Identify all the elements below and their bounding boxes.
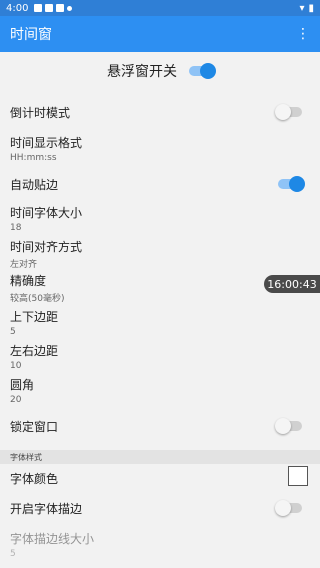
alignment-title: 时间对齐方式: [10, 240, 83, 254]
auto-snap-switch[interactable]: [278, 176, 305, 192]
stroke-size-row: 字体描边线大小 5: [0, 530, 320, 559]
dot-notification-icon: [67, 5, 73, 11]
settings-list: 悬浮窗开关 倒计时模式 时间显示格式 HH:mm:ss 自动贴边 时间字体大小 …: [0, 52, 320, 568]
font-size-value: 18: [10, 223, 22, 233]
switch-knob: [275, 500, 291, 516]
horizontal-margin-value: 10: [10, 361, 22, 371]
floating-window-toggle-row[interactable]: 悬浮窗开关: [0, 52, 320, 90]
vertical-margin-title: 上下边距: [10, 310, 59, 324]
auto-snap-row[interactable]: 自动贴边: [0, 176, 320, 193]
notification-icon: [56, 4, 65, 12]
floating-window-switch[interactable]: [189, 63, 216, 79]
stroke-size-value: 5: [10, 549, 16, 559]
status-time: 4:00: [6, 2, 29, 14]
precision-value: 较高(50毫秒): [10, 294, 65, 304]
time-format-title: 时间显示格式: [10, 136, 83, 150]
vertical-margin-row[interactable]: 上下边距 5: [0, 308, 320, 337]
enable-stroke-switch[interactable]: [275, 500, 302, 516]
horizontal-margin-title: 左右边距: [10, 344, 59, 358]
floating-window-toggle-label: 悬浮窗开关: [107, 64, 177, 80]
font-color-title: 字体颜色: [10, 472, 59, 486]
corner-radius-row[interactable]: 圆角 20: [0, 376, 320, 405]
time-format-row[interactable]: 时间显示格式 HH:mm:ss: [0, 134, 320, 163]
status-bar: 4:00 ▾ ▮: [0, 0, 320, 16]
auto-snap-title: 自动贴边: [10, 178, 59, 192]
wifi-icon: ▾: [299, 2, 305, 14]
font-size-row[interactable]: 时间字体大小 18: [0, 204, 320, 233]
stroke-size-title: 字体描边线大小: [10, 532, 95, 546]
font-size-title: 时间字体大小: [10, 206, 83, 220]
switch-knob: [275, 104, 291, 120]
time-format-value: HH:mm:ss: [10, 153, 57, 163]
countdown-mode-switch[interactable]: [275, 104, 302, 120]
switch-knob: [200, 63, 216, 79]
corner-radius-value: 20: [10, 395, 22, 405]
alignment-row[interactable]: 时间对齐方式 左对齐: [0, 238, 320, 270]
font-style-section-header: 字体样式: [0, 450, 320, 464]
enable-stroke-title: 开启字体描边: [10, 502, 83, 516]
countdown-mode-title: 倒计时模式: [10, 106, 71, 120]
font-color-swatch[interactable]: [288, 466, 308, 486]
lock-window-row[interactable]: 锁定窗口: [0, 418, 320, 435]
countdown-mode-row[interactable]: 倒计时模式: [0, 104, 320, 121]
corner-radius-title: 圆角: [10, 378, 35, 392]
notification-icon: [45, 4, 54, 12]
floating-time-window[interactable]: 16:00:43: [264, 275, 320, 293]
font-color-row[interactable]: 字体颜色: [0, 466, 320, 487]
enable-stroke-row[interactable]: 开启字体描边: [0, 500, 320, 517]
horizontal-margin-row[interactable]: 左右边距 10: [0, 342, 320, 371]
vertical-margin-value: 5: [10, 327, 16, 337]
switch-knob: [289, 176, 305, 192]
battery-icon: ▮: [308, 2, 314, 14]
lock-window-switch[interactable]: [275, 418, 302, 434]
lock-window-title: 锁定窗口: [10, 420, 59, 434]
app-bar: 时间窗 ⋮: [0, 16, 320, 52]
status-icons: ▾ ▮: [299, 3, 314, 14]
image-notification-icon: [34, 4, 43, 12]
switch-knob: [275, 418, 291, 434]
alignment-value: 左对齐: [10, 260, 38, 270]
app-title: 时间窗: [10, 27, 52, 43]
more-vert-icon[interactable]: ⋮: [296, 27, 310, 41]
